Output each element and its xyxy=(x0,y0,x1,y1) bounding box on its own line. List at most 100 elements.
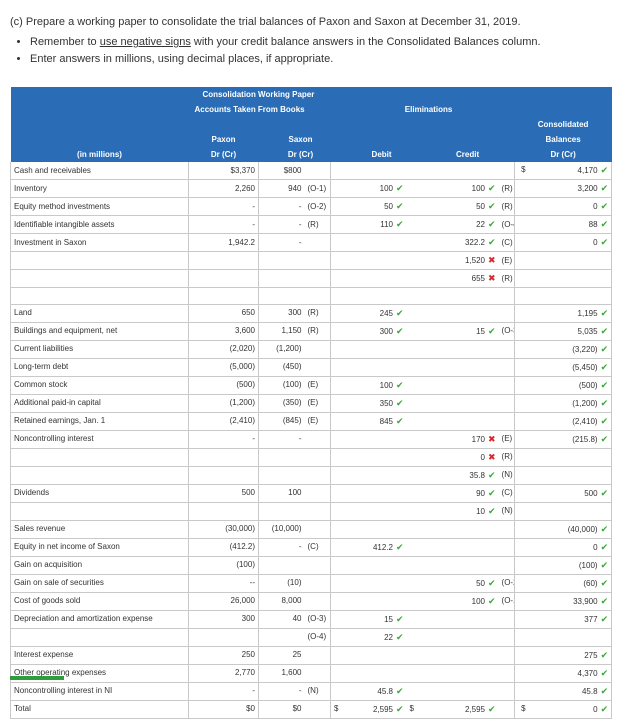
consolidated-value: (5,450) xyxy=(572,362,598,372)
debit-dollar-sign xyxy=(330,574,343,593)
consolidated-input[interactable]: (3,220) ✔ xyxy=(514,340,613,359)
consolidated-input[interactable]: (500) ✔ xyxy=(514,376,613,395)
credit-input[interactable]: 100 ✔ xyxy=(420,592,499,611)
consolidated-input[interactable]: (2,410) ✔ xyxy=(514,412,613,431)
consolidated-input xyxy=(514,448,613,467)
table-row: Retained earnings, Jan. 1 (2,410) (845) (E)… xyxy=(10,412,613,431)
credit-ref xyxy=(498,556,516,575)
consolidated-input[interactable]: 45.8 ✔ xyxy=(514,682,613,701)
check-icon: ✔ xyxy=(600,219,609,229)
consolidated-input[interactable]: 1,195 ✔ xyxy=(514,304,613,323)
debit-dollar-sign xyxy=(330,269,343,288)
credit-dollar-sign xyxy=(406,197,421,216)
table-row: Long-term debt (5,000) (450) (5,450) ✔ xyxy=(10,358,613,377)
consolidated-input[interactable]: 0 ✔ xyxy=(514,538,613,557)
table-row: 655 ✖ (R) xyxy=(10,269,613,288)
consolidated-input[interactable]: 5,035 ✔ xyxy=(514,322,613,341)
debit-input[interactable]: 45.8 ✔ xyxy=(342,682,407,701)
credit-input[interactable]: 322.2 ✔ xyxy=(420,233,499,252)
consolidated-input[interactable]: 3,200 ✔ xyxy=(514,179,613,198)
credit-dollar-sign xyxy=(406,251,421,270)
consolidated-input[interactable]: 33,900 ✔ xyxy=(514,592,613,611)
credit-value: 2,595 xyxy=(464,704,485,714)
debit-input[interactable]: 2,595 ✔ xyxy=(342,700,407,719)
credit-input[interactable]: 50 ✔ xyxy=(420,197,499,216)
credit-ref xyxy=(498,520,516,539)
credit-input[interactable]: 22 ✔ xyxy=(420,215,499,234)
credit-input[interactable]: 35.8 ✔ xyxy=(420,466,499,485)
consolidated-input[interactable]: (1,200) ✔ xyxy=(514,394,613,413)
credit-input[interactable]: 655 ✖ xyxy=(420,269,499,288)
paxon-cell: (1,200) xyxy=(188,394,259,413)
header-row-2: Accounts Taken From Books Eliminations xyxy=(10,102,612,117)
saxon-cell xyxy=(258,269,305,288)
row-label: Depreciation and amortization expense xyxy=(10,610,189,629)
debit-input[interactable]: 15 ✔ xyxy=(342,610,407,629)
debit-input[interactable]: 100 ✔ xyxy=(342,179,407,198)
check-icon: ✔ xyxy=(396,397,404,408)
debit-input[interactable]: 300 ✔ xyxy=(342,322,407,341)
consolidated-input[interactable]: 377 ✔ xyxy=(514,610,613,629)
check-icon: ✔ xyxy=(488,577,496,588)
credit-dollar-sign xyxy=(406,162,421,180)
debit-input xyxy=(342,162,407,180)
credit-input[interactable]: 0 ✖ xyxy=(420,448,499,467)
row-label: Sales revenue xyxy=(10,520,189,539)
check-icon: ✔ xyxy=(600,649,609,660)
paxon-cell: 26,000 xyxy=(188,592,259,611)
credit-input[interactable]: 10 ✔ xyxy=(420,502,499,521)
consolidated-value: (60) xyxy=(583,578,598,588)
eliminations-header: Eliminations xyxy=(342,102,515,117)
saxon-cell xyxy=(258,502,305,521)
consolidated-input[interactable]: 4,370 ✔ xyxy=(514,664,613,683)
debit-input[interactable]: 100 ✔ xyxy=(342,376,407,395)
credit-dollar-sign xyxy=(406,592,421,611)
debit-input[interactable]: 845 ✔ xyxy=(342,412,407,431)
credit-input[interactable]: 50 ✔ xyxy=(420,574,499,593)
credit-input[interactable]: 170 ✖ xyxy=(420,430,499,449)
consolidated-input[interactable]: 275 ✔ xyxy=(514,646,613,665)
consolidated-input[interactable]: (40,000) ✔ xyxy=(514,520,613,539)
table-row: Equity in net income of Saxon (412.2) - (C)… xyxy=(10,538,613,557)
consolidated-input[interactable]: 0 ✔ xyxy=(514,233,613,252)
consolidated-input[interactable]: 0 ✔ xyxy=(514,197,613,216)
credit-input[interactable]: 100 ✔ xyxy=(420,179,499,198)
saxon-ref: (C) xyxy=(304,538,331,557)
consolidated-input[interactable]: 88 ✔ xyxy=(514,215,613,234)
consolidated-input[interactable]: (5,450) ✔ xyxy=(514,358,613,377)
credit-input[interactable]: 15 ✔ xyxy=(420,322,499,341)
consolidated-input[interactable]: (60) ✔ xyxy=(514,574,613,593)
credit-ref xyxy=(498,412,516,431)
negative-signs-link[interactable]: use negative signs xyxy=(100,36,191,48)
debit-input xyxy=(342,502,407,521)
check-icon: ✔ xyxy=(600,541,609,552)
check-icon: ✔ xyxy=(396,183,404,193)
credit-input[interactable]: 90 ✔ xyxy=(420,484,499,503)
debit-input[interactable]: 245 ✔ xyxy=(342,304,407,323)
credit-input xyxy=(420,394,499,413)
consolidated-input[interactable]: (100) ✔ xyxy=(514,556,613,575)
table-row: Noncontrolling interest - -170 ✖ (E) (215.8) ✔ xyxy=(10,430,613,449)
check-icon: ✔ xyxy=(600,237,609,247)
credit-input[interactable]: 2,595 ✔ xyxy=(420,700,499,719)
consolidated-input[interactable]: $4,170 ✔ xyxy=(514,162,613,180)
consolidated-input[interactable]: $0 ✔ xyxy=(514,700,613,719)
table-row xyxy=(10,287,613,305)
check-icon: ✔ xyxy=(600,165,609,175)
check-icon: ✔ xyxy=(396,415,404,426)
saxon-cell: $800 xyxy=(258,162,305,180)
saxon-cell: 1,150 xyxy=(258,322,305,341)
consolidated-input xyxy=(514,466,613,485)
debit-input[interactable]: 22 ✔ xyxy=(342,628,407,647)
credit-input[interactable]: 1,520 ✖ xyxy=(420,251,499,270)
consolidated-input[interactable]: 500 ✔ xyxy=(514,484,613,503)
debit-input[interactable]: 50 ✔ xyxy=(342,197,407,216)
check-icon: ✔ xyxy=(488,325,496,336)
consolidated-value: 4,170 xyxy=(577,166,598,175)
debit-input[interactable]: 110 ✔ xyxy=(342,215,407,234)
debit-input[interactable]: 350 ✔ xyxy=(342,394,407,413)
check-icon: ✔ xyxy=(396,201,404,211)
debit-input[interactable]: 412.2 ✔ xyxy=(342,538,407,557)
consolidated-input[interactable]: (215.8) ✔ xyxy=(514,430,613,449)
saxon-ref xyxy=(304,340,331,359)
